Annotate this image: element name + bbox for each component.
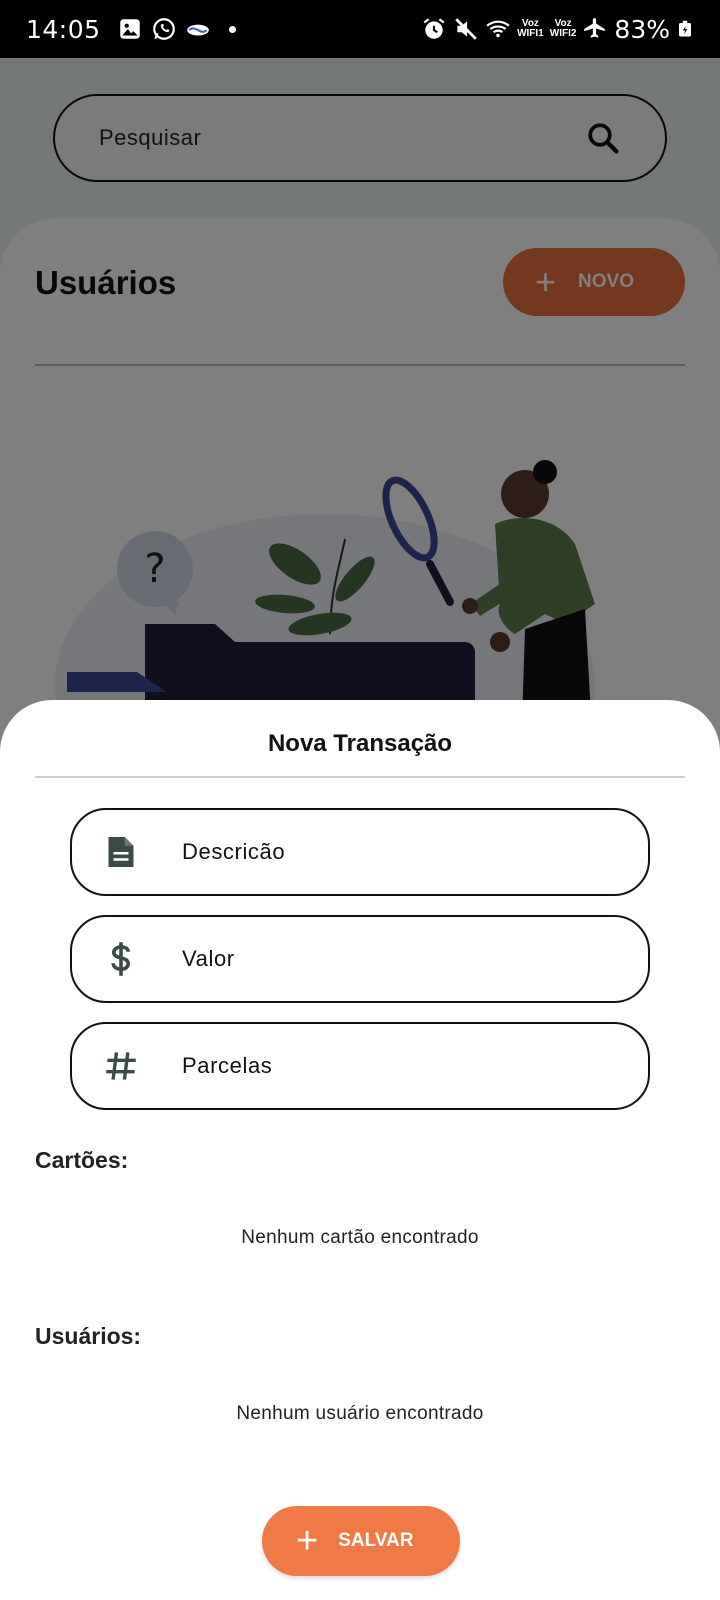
whatsapp-icon	[152, 18, 175, 40]
new-transaction-sheet: Nova Transação Descricão Valor Parcelas …	[0, 700, 720, 1600]
save-button-label: SALVAR	[338, 1530, 414, 1551]
users-section-label: Usuários:	[35, 1323, 142, 1349]
hash-icon	[106, 1052, 136, 1080]
status-bar: 14:05 Voz WIFI1 Voz WIFI2 83%	[0, 0, 720, 58]
installments-field[interactable]: Parcelas	[70, 1022, 650, 1110]
voz-wifi2-indicator: Voz WIFI2	[549, 18, 577, 39]
description-field[interactable]: Descricão	[70, 808, 650, 896]
users-empty-message: Nenhum usuário encontrado	[236, 1403, 484, 1424]
handshake-icon	[186, 24, 209, 36]
value-field[interactable]: Valor	[70, 915, 650, 1003]
installments-label: Parcelas	[182, 1053, 273, 1078]
dollar-icon	[111, 942, 131, 976]
cards-empty-message: Nenhum cartão encontrado	[241, 1227, 479, 1248]
battery-icon	[679, 20, 691, 37]
notification-dot	[228, 25, 236, 33]
mute-icon	[455, 18, 477, 40]
status-time: 14:05	[26, 14, 101, 44]
save-button[interactable]: + SALVAR	[262, 1506, 460, 1576]
alarm-icon	[423, 18, 445, 39]
sheet-divider	[35, 776, 685, 778]
airplane-icon	[584, 18, 606, 38]
sheet-title: Nova Transação	[267, 730, 453, 757]
document-icon	[108, 837, 134, 867]
battery-percent: 83%	[614, 14, 670, 44]
plus-icon: +	[296, 1520, 319, 1562]
cards-section-label: Cartões:	[35, 1147, 129, 1173]
value-label: Valor	[182, 946, 235, 971]
description-label: Descricão	[182, 839, 286, 864]
gallery-icon	[119, 19, 140, 39]
voz-wifi1-indicator: Voz WIFI1	[517, 18, 544, 39]
wifi-icon	[486, 20, 510, 38]
